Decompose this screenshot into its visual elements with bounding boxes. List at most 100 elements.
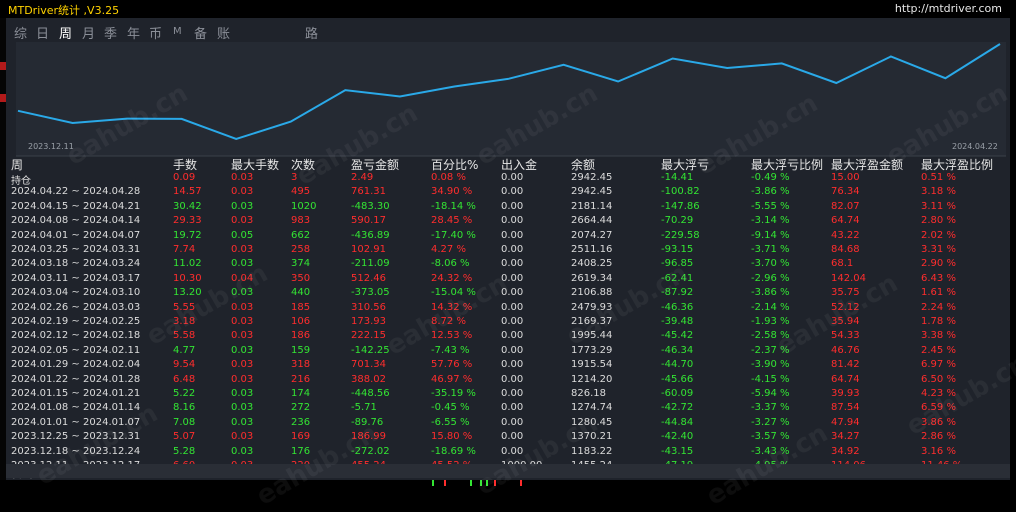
table-cell: 6.59 % <box>921 402 956 414</box>
table-cell: 2024.04.15 ~ 2024.04.21 <box>11 200 141 212</box>
table-cell: -45.42 <box>661 330 694 342</box>
table-cell: 590.17 <box>351 215 386 227</box>
table-cell: 5.22 <box>173 388 196 399</box>
table-cell: 76.34 <box>831 186 860 198</box>
table-cell: -211.09 <box>351 258 390 270</box>
table-cell: 0.03 <box>231 344 254 356</box>
table-cell: 2024.01.22 ~ 2024.01.28 <box>11 373 141 385</box>
table-cell: -42.72 <box>661 402 694 414</box>
table-cell: 2.80 % <box>921 215 956 227</box>
table-cell: 0.00 <box>501 215 524 227</box>
table-cell: 15.80 % <box>431 431 473 443</box>
table-cell: 440 <box>291 287 311 299</box>
table-cell: -18.69 % <box>431 445 476 457</box>
table-cell: -5.94 % <box>751 388 790 399</box>
column-header: 最大浮盈比例 <box>921 158 994 172</box>
table-cell: 2664.44 <box>571 215 613 227</box>
table-cell: 34.27 <box>831 431 860 443</box>
total-row <box>6 464 1010 478</box>
table-cell: 28.45 % <box>431 215 473 227</box>
table-cell: 0.08 % <box>431 172 466 183</box>
table-cell: 2511.16 <box>571 244 613 255</box>
chart-end-date: 2024.04.22 <box>952 142 998 151</box>
table-cell: 19.72 <box>173 229 202 241</box>
table-cell: 2106.88 <box>571 287 613 299</box>
table-cell: 4.27 % <box>431 244 466 255</box>
table-cell: -35.19 % <box>431 388 476 399</box>
table-cell: 24.32 % <box>431 272 473 284</box>
table-cell: 6.97 % <box>921 359 956 371</box>
table-cell: 1183.22 <box>571 445 613 457</box>
table-cell: 374 <box>291 258 311 270</box>
table-cell: 9.54 <box>173 359 196 371</box>
table-cell: -96.85 <box>661 258 694 270</box>
table-cell: 64.74 <box>831 215 860 227</box>
table-cell: 388.02 <box>351 373 386 385</box>
table-cell: 0.51 % <box>921 172 956 183</box>
table-cell: -3.27 % <box>751 416 790 428</box>
table-cell: 46.76 <box>831 344 860 356</box>
table-cell: -3.70 % <box>751 258 790 270</box>
table-cell: 29.33 <box>173 215 202 227</box>
table-cell: -0.49 % <box>751 172 790 183</box>
table-cell: 0.00 <box>501 388 524 399</box>
table-cell: -60.09 <box>661 388 694 399</box>
table-cell: 0.00 <box>501 316 524 327</box>
table-cell: 0.00 <box>501 272 524 284</box>
column-header: 百分比% <box>431 158 479 172</box>
table-cell: 2479.93 <box>571 301 613 313</box>
table-cell: -15.04 % <box>431 287 476 299</box>
tab-7[interactable]: M <box>173 26 182 37</box>
table-cell: 64.74 <box>831 373 860 385</box>
table-cell: -3.71 % <box>751 244 790 255</box>
table-cell: 176 <box>291 445 311 457</box>
table-cell: 159 <box>291 344 311 356</box>
table-cell: -2.58 % <box>751 330 790 342</box>
column-header: 出入金 <box>501 158 538 172</box>
table-cell: 258 <box>291 244 311 255</box>
table-cell: 3.11 % <box>921 200 956 212</box>
table-cell: -70.29 <box>661 215 694 227</box>
table-cell: -2.37 % <box>751 344 790 356</box>
table-cell: 512.46 <box>351 272 386 284</box>
app-title: MTDriver统计 ,V3.25 <box>8 4 120 17</box>
table-cell: -6.55 % <box>431 416 470 428</box>
table-cell: 0.09 <box>173 172 196 183</box>
table-cell: 0.03 <box>231 416 254 428</box>
table-cell: 2.86 % <box>921 431 956 443</box>
table-cell: -3.43 % <box>751 445 790 457</box>
table-cell: 0.03 <box>231 373 254 385</box>
table-cell: 0.03 <box>231 301 254 313</box>
site-url[interactable]: http://mtdriver.com <box>895 2 1002 15</box>
table-cell: -5.55 % <box>751 200 790 212</box>
table-cell: 0.00 <box>501 301 524 313</box>
table-cell: 5.07 <box>173 431 196 443</box>
table-cell: -3.57 % <box>751 431 790 443</box>
table-cell: 2023.12.18 ~ 2023.12.24 <box>11 445 141 457</box>
table-cell: 983 <box>291 215 311 227</box>
table-cell: 0.03 <box>231 445 254 457</box>
table-cell: 2024.03.04 ~ 2024.03.10 <box>11 287 141 299</box>
table-cell: 761.31 <box>351 186 386 198</box>
table-cell: 186 <box>291 330 311 342</box>
table-cell: 169 <box>291 431 311 443</box>
table-cell: 2169.37 <box>571 316 613 327</box>
column-header: 手数 <box>173 158 198 172</box>
table-cell: 34.92 <box>831 445 860 457</box>
table-cell: 0.03 <box>231 316 254 327</box>
table-cell: 2074.27 <box>571 229 613 241</box>
table-cell: 0.00 <box>501 186 524 198</box>
table-cell: -272.02 <box>351 445 390 457</box>
column-header: 最大手数 <box>231 158 280 172</box>
table-cell: -436.89 <box>351 229 390 241</box>
table-cell: 2024.02.26 ~ 2024.03.03 <box>11 301 141 313</box>
table-cell: -3.14 % <box>751 215 790 227</box>
column-header: 周 <box>11 158 24 172</box>
table-cell: 1915.54 <box>571 359 613 371</box>
table-cell: 15.00 <box>831 172 860 183</box>
table-cell: 701.34 <box>351 359 386 371</box>
table-cell: 1773.29 <box>571 344 613 356</box>
table-cell: 0.03 <box>231 258 254 270</box>
table-cell: -3.37 % <box>751 402 790 414</box>
table-cell: 0.00 <box>501 416 524 428</box>
